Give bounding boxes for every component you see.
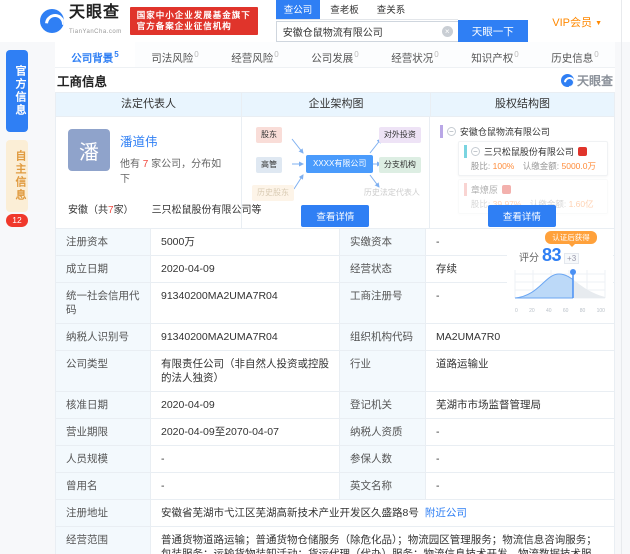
watermark-logo: 天眼查 [561, 72, 613, 89]
section-title: 工商信息 [57, 71, 107, 90]
self-info-count-badge: 12 [6, 214, 28, 227]
registered-address: 安徽省芜湖市弋江区芜湖高新技术产业开发区久盛路8号 [161, 507, 419, 519]
top-bar: 天眼查 TianYanCha.com 国家中小企业发展基金旗下 官方备案企业征信… [0, 0, 630, 42]
watermark-logo-icon [561, 74, 574, 87]
org-node-history-shareholder[interactable]: 历史股东 [252, 185, 294, 201]
page: 天眼查 TianYanCha.com 国家中小企业发展基金旗下 官方备案企业征信… [0, 0, 630, 554]
tab-judicial-risk[interactable]: 司法风险0 [135, 42, 215, 67]
table-row-registered-address: 注册地址 安徽省芜湖市弋江区芜湖高新技术产业开发区久盛路8号附近公司 [56, 499, 614, 526]
col-header-org-chart: 企业架构图 [242, 93, 431, 116]
tianyancha-logo-icon [40, 9, 64, 33]
table-row-business-scope: 经营范围 普通货物道路运输；普通货物仓储服务（除危化品）；物流园区管理服务；物流… [56, 526, 614, 554]
equity-child-values: 股比: 100% 认缴金额: 5000.0万 [471, 160, 602, 172]
org-node-branch[interactable]: 分支机构 [379, 157, 421, 173]
cert-badge-line1: 国家中小企业发展基金旗下 [137, 10, 251, 21]
tab-company-background[interactable]: 公司背景5 [55, 42, 135, 67]
org-node-executive[interactable]: 高管 [256, 157, 282, 173]
equity-chart-cell: − 安徽仓鼠物流有限公司 − 三只松鼠股份有限公司 股比: 100% 认缴金额: [430, 117, 614, 229]
tab-operation-risk[interactable]: 经营风险0 [215, 42, 295, 67]
squirrel-logo-icon [578, 147, 587, 156]
sidebar-tag-official-info[interactable]: 官方信息 [6, 50, 28, 132]
clear-icon[interactable]: × [442, 26, 453, 37]
score-distribution-chart [511, 266, 609, 304]
search-area: 查公司 查老板 查关系 × 天眼一下 [276, 0, 528, 43]
tianyancha-logo[interactable]: 天眼查 TianYanCha.com [40, 5, 122, 37]
company-score-widget: 认证后获得 评分 83 +3 [507, 229, 613, 309]
table-row-approval-date: 核准日期2020-04-09 登记机关芜湖市市场监督管理局 [56, 391, 614, 418]
certification-badge: 国家中小企业发展基金旗下 官方备案企业征信机构 [130, 7, 258, 35]
org-node-investment[interactable]: 对外投资 [379, 127, 421, 143]
col-header-legal-rep: 法定代表人 [56, 93, 242, 116]
legal-rep-name-link[interactable]: 潘道伟 [120, 131, 231, 150]
org-chart-detail-button[interactable]: 查看详情 [301, 205, 369, 227]
score-axis-ticks: 020406080100 [511, 308, 609, 314]
search-tabs: 查公司 查老板 查关系 [276, 0, 458, 20]
main-content: 公司背景5 司法风险0 经营风险0 公司发展0 经营状况0 知识产权0 历史信息… [55, 42, 615, 554]
caret-down-icon: ▼ [595, 20, 602, 27]
legal-rep-cell: 潘 潘道伟 他有 7 家公司，分布如下 安徽（共7家） 三只松鼠股份有限公司等 [56, 117, 242, 228]
org-node-history-legal-rep[interactable]: 历史法定代表人 [359, 185, 425, 201]
vip-menu[interactable]: VIP会员 ▼ [552, 14, 602, 30]
col-header-equity-chart: 股权结构图 [431, 93, 614, 116]
table-row-company-type: 公司类型有限责任公司（非自然人投资或控股的法人独资） 行业道路运输业 [56, 350, 614, 391]
collapse-minus-icon[interactable]: − [447, 127, 456, 136]
overview-header-row: 法定代表人 企业架构图 股权结构图 [56, 93, 614, 116]
table-row-taxpayer-id: 纳税人识别号91340200MA2UMA7R04 组织机构代码MA2UMA7R0 [56, 323, 614, 350]
score-cert-badge[interactable]: 认证后获得 [545, 231, 597, 244]
equity-child-node[interactable]: − 三只松鼠股份有限公司 股比: 100% 认缴金额: 5000.0万 [458, 141, 608, 176]
squirrel-logo-icon [502, 185, 511, 194]
search-input[interactable] [276, 21, 458, 42]
business-scope-text: 普通货物道路运输；普通货物仓储服务（除危化品）；物流园区管理服务；物流信息咨询服… [151, 527, 614, 554]
score-value: 83 [542, 245, 561, 266]
tab-operation-status[interactable]: 经营状况0 [375, 42, 455, 67]
table-row-staff-size: 人员规模- 参保人数- [56, 445, 614, 472]
table-row-business-term: 营业期限2020-04-09至2070-04-07 纳税人资质- [56, 418, 614, 445]
search-tab-relation[interactable]: 查关系 [369, 0, 414, 19]
org-node-shareholder[interactable]: 股东 [256, 127, 282, 143]
logo-subtitle: TianYanCha.com [69, 29, 122, 35]
logo-text: 天眼查 TianYanCha.com [69, 5, 122, 37]
cert-badge-line2: 官方备案企业征信机构 [137, 21, 251, 32]
search-button[interactable]: 天眼一下 [458, 20, 528, 43]
page-edge-divider [621, 0, 622, 554]
nearby-company-link[interactable]: 附近公司 [425, 507, 467, 519]
tab-intellectual-property[interactable]: 知识产权0 [455, 42, 535, 67]
equity-root-node[interactable]: − 安徽仓鼠物流有限公司 [440, 125, 608, 138]
search-tab-boss[interactable]: 查老板 [322, 0, 367, 19]
region-company-count[interactable]: 安徽（共7家） [68, 201, 134, 216]
sidebar-tag-self-info[interactable]: 自主信息 [6, 140, 28, 212]
search-tab-company[interactable]: 查公司 [276, 0, 321, 19]
equity-chart-detail-button[interactable]: 查看详情 [488, 205, 556, 227]
legal-rep-desc: 他有 7 家公司，分布如下 [120, 155, 231, 185]
org-node-company-center[interactable]: XXXX有限公司 [306, 155, 373, 173]
tab-company-development[interactable]: 公司发展0 [295, 42, 375, 67]
score-delta: +3 [564, 253, 579, 264]
score-label: 评分 [519, 249, 539, 264]
table-row-former-name: 曾用名- 英文名称- [56, 472, 614, 499]
org-chart-cell: 股东 高管 历史股东 XXXX有限公司 对外投资 分支机构 历史法定代表人 查看… [242, 117, 430, 229]
tab-history-info[interactable]: 历史信息0 [535, 42, 615, 67]
avatar[interactable]: 潘 [68, 129, 110, 171]
logo-title: 天眼查 [69, 5, 122, 21]
company-nav-tabs: 公司背景5 司法风险0 经营风险0 公司发展0 经营状况0 知识产权0 历史信息… [55, 42, 615, 68]
collapse-minus-icon[interactable]: − [471, 147, 480, 156]
